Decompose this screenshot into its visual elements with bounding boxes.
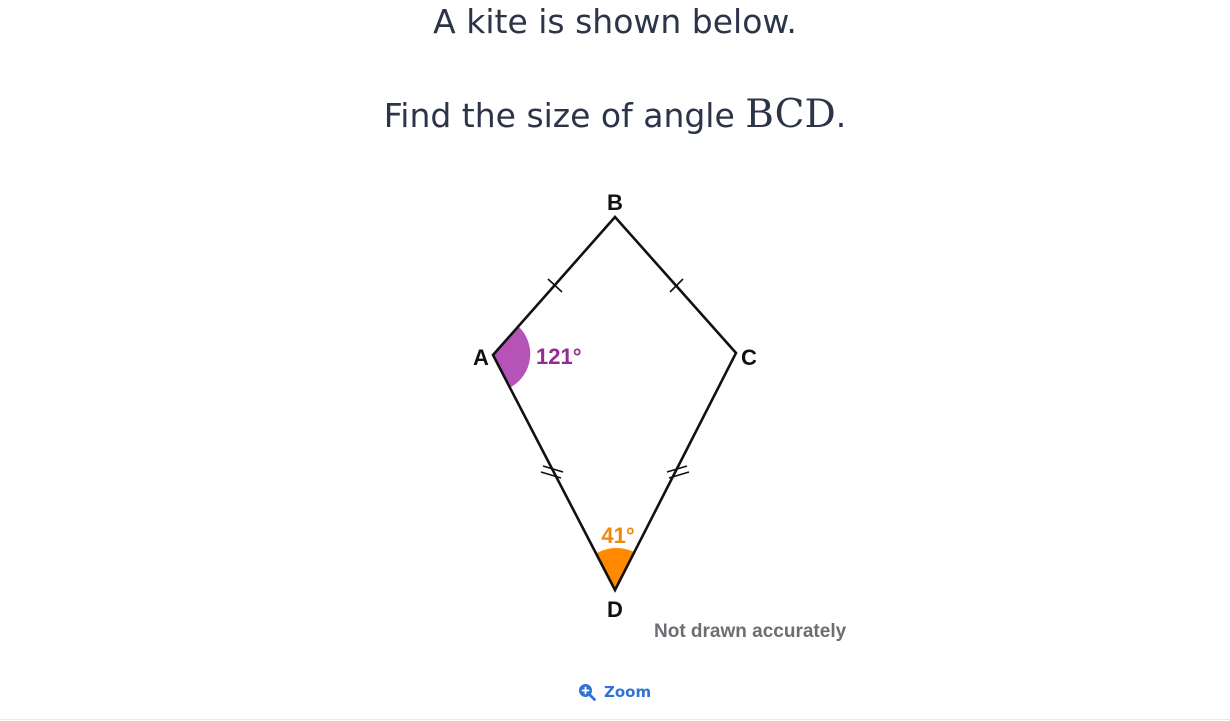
not-drawn-accurately-note: Not drawn accurately xyxy=(654,621,847,642)
zoom-in-icon xyxy=(578,683,596,701)
angle-d-sector xyxy=(597,547,634,590)
kite-diagram: B A C D 121° 41° Not drawn accurately xyxy=(473,190,847,642)
vertex-label-b: B xyxy=(607,190,623,215)
zoom-button[interactable]: Zoom xyxy=(578,680,651,704)
angle-d-label: 41° xyxy=(601,523,634,548)
zoom-label: Zoom xyxy=(604,683,652,701)
vertex-label-a: A xyxy=(473,345,489,370)
tick-mark-cd-2 xyxy=(668,471,690,479)
angle-a-label: 121° xyxy=(536,344,582,369)
vertex-label-d: D xyxy=(607,597,623,622)
bottom-divider xyxy=(0,719,1230,720)
vertex-label-c: C xyxy=(741,345,757,370)
tick-mark-ad-2 xyxy=(540,471,562,479)
